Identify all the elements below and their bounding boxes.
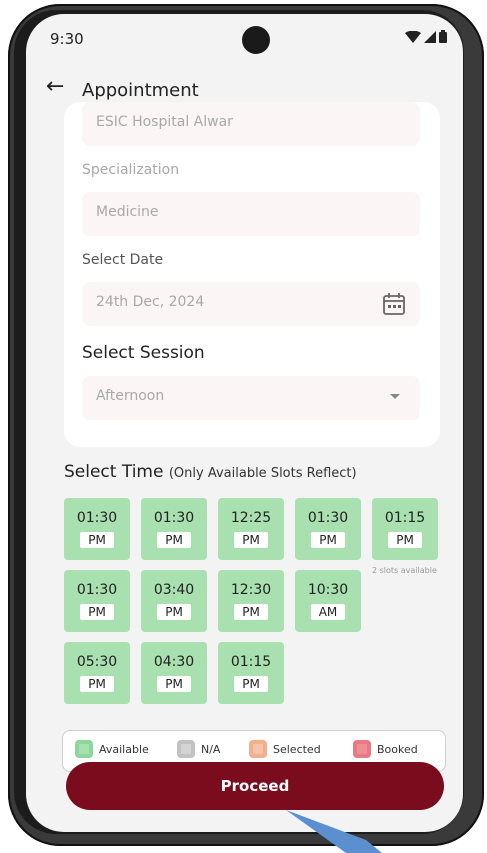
time-slot[interactable]: 01:30 PM [64, 570, 130, 632]
dropdown-arrow-icon [390, 394, 400, 399]
slot-time: 10:30 [307, 582, 349, 598]
front-camera [242, 26, 270, 54]
slots-available-note: 2 slots available [372, 566, 437, 575]
slot-period: PM [157, 532, 191, 548]
session-value: Afternoon [96, 388, 165, 404]
slot-period: PM [388, 532, 422, 548]
wifi-icon [405, 30, 421, 43]
legend-na: N/A [177, 740, 220, 758]
battery-icon [439, 30, 447, 43]
select-time-subtitle: (Only Available Slots Reflect) [168, 466, 357, 481]
back-arrow-icon[interactable]: ← [46, 76, 64, 98]
system-icons [405, 30, 447, 43]
specialization-label: Specialization [82, 162, 180, 178]
slot-time: 03:40 [153, 582, 195, 598]
slot-period: PM [80, 532, 114, 548]
time-slot[interactable]: 03:40 PM [141, 570, 207, 632]
legend-selected: Selected [249, 740, 321, 758]
time-slot[interactable]: 12:25 PM [218, 498, 284, 560]
select-time-title: Select Time [64, 462, 164, 482]
date-field[interactable]: 24th Dec, 2024 [82, 282, 420, 326]
legend-available: Available [75, 740, 149, 758]
legend-available-label: Available [99, 742, 149, 756]
slot-period: PM [80, 604, 114, 620]
slot-period: PM [311, 532, 345, 548]
legend-booked: Booked [353, 740, 418, 758]
screen: 9:30 ← Appointment ESIC Hospital Alwar S… [26, 14, 463, 832]
time-slot[interactable]: 01:30 PM [295, 498, 361, 560]
date-value: 24th Dec, 2024 [96, 294, 205, 310]
slot-time: 12:25 [230, 510, 272, 526]
time-slot[interactable]: 10:30 AM [295, 570, 361, 632]
time-slot[interactable]: 05:30 PM [64, 642, 130, 704]
legend-na-label: N/A [201, 742, 221, 756]
hospital-field[interactable]: ESIC Hospital Alwar [82, 102, 420, 146]
slot-time: 01:30 [76, 510, 118, 526]
pointer-arrow [286, 810, 382, 853]
slot-period: PM [157, 676, 191, 692]
status-bar: 9:30 [26, 14, 463, 62]
session-label: Select Session [82, 343, 205, 363]
status-time: 9:30 [50, 30, 84, 48]
slot-period: PM [234, 532, 268, 548]
specialization-field[interactable]: Medicine [82, 192, 420, 236]
date-label: Select Date [82, 252, 164, 268]
legend-available-swatch [75, 740, 93, 758]
signal-icon [424, 30, 436, 43]
proceed-button[interactable]: Proceed [66, 762, 444, 810]
slot-time: 01:30 [307, 510, 349, 526]
select-time-heading: Select Time (Only Available Slots Reflec… [64, 462, 357, 482]
legend-booked-label: Booked [377, 742, 418, 756]
page-title: Appointment [82, 80, 199, 101]
slot-time: 01:15 [384, 510, 426, 526]
legend-selected-label: Selected [273, 742, 321, 756]
legend-na-swatch [177, 740, 195, 758]
time-slot[interactable]: 01:15 PM [218, 642, 284, 704]
slot-period: PM [234, 604, 268, 620]
time-slot[interactable]: 01:30 PM [64, 498, 130, 560]
slot-time: 01:30 [76, 582, 118, 598]
time-slot[interactable]: 01:30 PM [141, 498, 207, 560]
time-slot[interactable]: 12:30 PM [218, 570, 284, 632]
slot-time: 04:30 [153, 654, 195, 670]
slot-time: 05:30 [76, 654, 118, 670]
slot-period: AM [310, 604, 346, 620]
legend-booked-swatch [353, 740, 371, 758]
slot-period: PM [234, 676, 268, 692]
slot-time: 01:15 [230, 654, 272, 670]
calendar-icon[interactable] [382, 292, 406, 316]
slot-period: PM [80, 676, 114, 692]
slot-time: 12:30 [230, 582, 272, 598]
legend-selected-swatch [249, 740, 267, 758]
appointment-form-card: ESIC Hospital Alwar Specialization Medic… [64, 102, 440, 447]
slot-period: PM [157, 604, 191, 620]
session-dropdown[interactable]: Afternoon [82, 376, 420, 420]
slot-time: 01:30 [153, 510, 195, 526]
time-slot[interactable]: 01:15 PM [372, 498, 438, 560]
time-slot[interactable]: 04:30 PM [141, 642, 207, 704]
